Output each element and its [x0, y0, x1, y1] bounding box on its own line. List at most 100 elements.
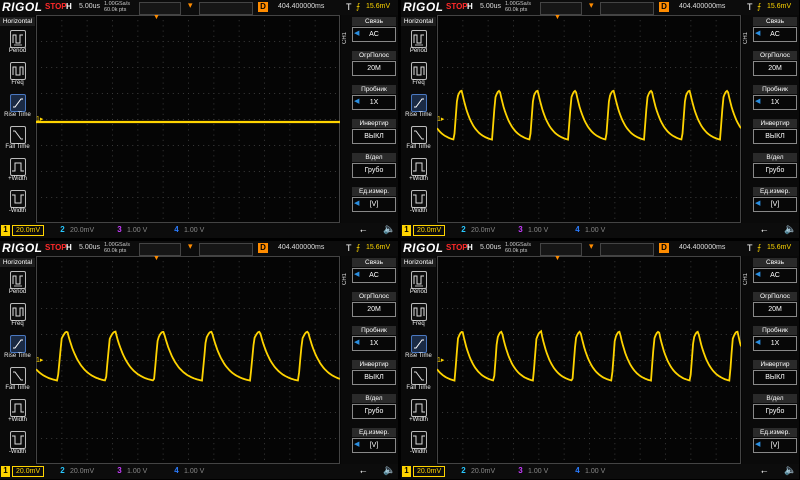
- speaker-icon[interactable]: 🔈: [383, 465, 395, 476]
- channel-3-status[interactable]: 3 1.00 V: [115, 466, 147, 477]
- channel-2-status[interactable]: 2 20.0mV: [58, 225, 94, 236]
- trigger-level-value[interactable]: 15.6mV: [767, 3, 791, 10]
- run-state[interactable]: STOP: [45, 2, 67, 11]
- channel-1-status[interactable]: 1 20.0mV: [1, 466, 45, 477]
- speaker-icon[interactable]: 🔈: [784, 465, 796, 476]
- ch1-offset-marker[interactable]: 1▸: [36, 356, 43, 364]
- measure-rise-time-button[interactable]: Rise Time: [402, 92, 435, 126]
- trigger-level-value[interactable]: 15.6mV: [366, 244, 390, 251]
- trigger-type-icon: T: [747, 2, 753, 12]
- channel-4-status[interactable]: 4 1.00 V: [172, 466, 204, 477]
- measure-rise-time-button[interactable]: Rise Time: [1, 92, 34, 126]
- measure-freq-label: Freq: [412, 321, 425, 327]
- ch1-offset-marker[interactable]: 1▸: [36, 115, 43, 123]
- timebase-value[interactable]: 5.00us: [79, 3, 100, 10]
- measure-neg-width-button[interactable]: -Width: [1, 429, 34, 463]
- measure-neg-width-button[interactable]: -Width: [1, 188, 34, 222]
- bandwidth-value[interactable]: 20M: [352, 302, 396, 317]
- ch1-waveform-trace: [437, 329, 741, 382]
- delay-value[interactable]: 404.400000ms: [278, 244, 324, 251]
- channel-3-status[interactable]: 3 1.00 V: [516, 225, 548, 236]
- channel-1-number: 1: [402, 225, 411, 236]
- channel-2-number: 2: [60, 466, 65, 475]
- status-bar: RIGOL STOP H 5.00us 1.00GSa/s 60.0k pts …: [401, 241, 799, 256]
- delay-value[interactable]: 404.400000ms: [679, 3, 725, 10]
- measure-pos-width-button[interactable]: +Width: [1, 397, 34, 431]
- channel-1-status[interactable]: 1 20.0mV: [1, 225, 45, 236]
- measure-fall-time-button[interactable]: Fall Time: [1, 124, 34, 158]
- measure-freq-button[interactable]: Freq: [402, 60, 435, 94]
- trigger-level-value[interactable]: 15.6mV: [767, 244, 791, 251]
- sample-rate: 1.00GSa/s 60.0k pts: [104, 242, 130, 254]
- measure-neg-width-button[interactable]: -Width: [402, 188, 435, 222]
- channel-2-status[interactable]: 2 20.0mV: [459, 225, 495, 236]
- delay-value[interactable]: 404.400000ms: [278, 3, 324, 10]
- measure-freq-button[interactable]: Freq: [1, 301, 34, 335]
- waveform-display[interactable]: [36, 256, 340, 464]
- channel-4-status[interactable]: 4 1.00 V: [172, 225, 204, 236]
- channel-1-status[interactable]: 1 20.0mV: [402, 466, 446, 477]
- waveform-display[interactable]: [437, 256, 741, 464]
- left-arrow-icon: ◀: [755, 98, 761, 105]
- channel-4-status[interactable]: 4 1.00 V: [573, 225, 605, 236]
- measure-period-button[interactable]: Period: [1, 269, 34, 303]
- channel-tag: CH1: [342, 273, 348, 286]
- run-state[interactable]: STOP: [45, 243, 67, 252]
- bandwidth-value[interactable]: 20M: [352, 61, 396, 76]
- channel-3-status[interactable]: 3 1.00 V: [115, 225, 147, 236]
- measure-period-button[interactable]: Period: [1, 28, 34, 62]
- measure-period-button[interactable]: Period: [402, 269, 435, 303]
- channel-1-status[interactable]: 1 20.0mV: [402, 225, 446, 236]
- invert-value[interactable]: ВЫКЛ: [753, 370, 797, 385]
- volts-div-value[interactable]: Грубо: [352, 163, 396, 178]
- speaker-icon[interactable]: 🔈: [784, 224, 796, 235]
- measure-period-button[interactable]: Period: [402, 28, 435, 62]
- channel-tag: CH1: [342, 32, 348, 45]
- measure-rise-time-button[interactable]: Rise Time: [1, 333, 34, 367]
- coupling-label: Связь: [753, 258, 797, 267]
- delay-value[interactable]: 404.400000ms: [679, 244, 725, 251]
- channel-2-status[interactable]: 2 20.0mV: [459, 466, 495, 477]
- timebase-value[interactable]: 5.00us: [480, 244, 501, 251]
- trigger-edge-icon: ⨍: [757, 243, 762, 252]
- negative-width-icon: [411, 431, 427, 449]
- run-state[interactable]: STOP: [446, 2, 468, 11]
- measure-freq-button[interactable]: Freq: [402, 301, 435, 335]
- horizontal-label: H: [467, 243, 473, 252]
- run-state[interactable]: STOP: [446, 243, 468, 252]
- units-label: Ед.измер.: [753, 428, 797, 437]
- measure-pos-width-button[interactable]: +Width: [1, 156, 34, 190]
- measure-rise-time-button[interactable]: Rise Time: [402, 333, 435, 367]
- invert-label: Инвертир: [753, 360, 797, 369]
- measure-pos-width-button[interactable]: +Width: [402, 397, 435, 431]
- ch1-offset-marker[interactable]: 1▸: [437, 356, 444, 364]
- channel-2-status[interactable]: 2 20.0mV: [58, 466, 94, 477]
- bandwidth-value[interactable]: 20M: [753, 302, 797, 317]
- waveform-display[interactable]: [437, 15, 741, 223]
- volts-div-value[interactable]: Грубо: [753, 404, 797, 419]
- invert-value[interactable]: ВЫКЛ: [352, 129, 396, 144]
- volts-div-value[interactable]: Грубо: [352, 404, 396, 419]
- volts-div-value[interactable]: Грубо: [753, 163, 797, 178]
- invert-value[interactable]: ВЫКЛ: [753, 129, 797, 144]
- channel-3-status[interactable]: 3 1.00 V: [516, 466, 548, 477]
- channel-4-number: 4: [174, 466, 179, 475]
- speaker-icon[interactable]: 🔈: [383, 224, 395, 235]
- measure-pos-width-button[interactable]: +Width: [402, 156, 435, 190]
- timebase-value[interactable]: 5.00us: [79, 244, 100, 251]
- ch1-offset-marker[interactable]: 1▸: [437, 115, 444, 123]
- bandwidth-value[interactable]: 20M: [753, 61, 797, 76]
- waveform-display[interactable]: [36, 15, 340, 223]
- measure-fall-time-label: Fall Time: [5, 144, 30, 150]
- measure-freq-button[interactable]: Freq: [1, 60, 34, 94]
- channel-4-status[interactable]: 4 1.00 V: [573, 466, 605, 477]
- measure-fall-time-button[interactable]: Fall Time: [402, 365, 435, 399]
- measure-fall-time-button[interactable]: Fall Time: [1, 365, 34, 399]
- measure-fall-time-button[interactable]: Fall Time: [402, 124, 435, 158]
- coupling-label: Связь: [352, 17, 396, 26]
- measure-neg-width-button[interactable]: -Width: [402, 429, 435, 463]
- trigger-level-value[interactable]: 15.6mV: [366, 3, 390, 10]
- invert-value[interactable]: ВЫКЛ: [352, 370, 396, 385]
- timebase-value[interactable]: 5.00us: [480, 3, 501, 10]
- rise-time-icon: [411, 335, 427, 353]
